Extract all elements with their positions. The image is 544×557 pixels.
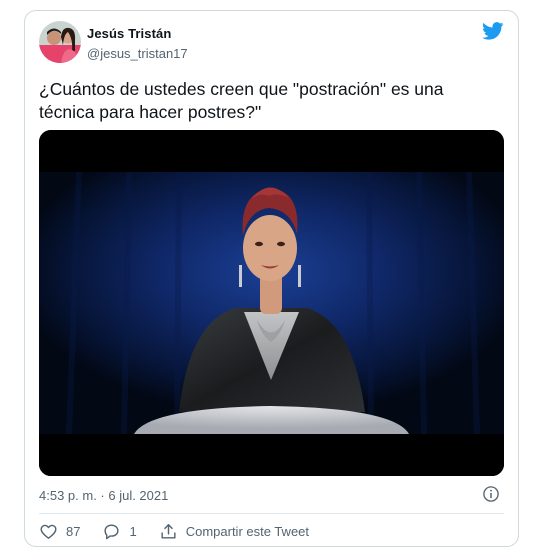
tweet-text: ¿Cuántos de ustedes creen que "postració… xyxy=(39,79,444,122)
divider xyxy=(39,513,504,514)
like-button[interactable]: 87 xyxy=(39,522,80,541)
heart-icon xyxy=(40,524,57,539)
reply-button[interactable]: 1 xyxy=(102,522,137,541)
author-handle[interactable]: @jesus_tristan17 xyxy=(87,46,188,61)
tweet-video[interactable] xyxy=(39,130,504,476)
reply-count: 1 xyxy=(129,523,137,539)
avatar-photo xyxy=(39,21,81,63)
twitter-bird-icon[interactable] xyxy=(482,22,504,40)
video-frame xyxy=(39,130,504,476)
like-count: 87 xyxy=(66,523,81,539)
reply-icon xyxy=(104,523,120,539)
share-icon xyxy=(161,523,176,539)
tweet-actions: 87 1 Compartir este Tweet xyxy=(39,519,331,543)
avatar[interactable] xyxy=(39,21,81,63)
share-label: Compartir este Tweet xyxy=(185,523,310,539)
info-icon[interactable] xyxy=(482,485,500,503)
tweet-timestamp[interactable]: 4:53 p. m. · 6 jul. 2021 xyxy=(39,488,168,503)
tweet-card[interactable]: Jesús Tristán @jesus_tristan17 ¿Cuántos … xyxy=(24,10,519,547)
share-button[interactable]: Compartir este Tweet xyxy=(159,522,309,541)
author-name[interactable]: Jesús Tristán xyxy=(87,26,171,41)
